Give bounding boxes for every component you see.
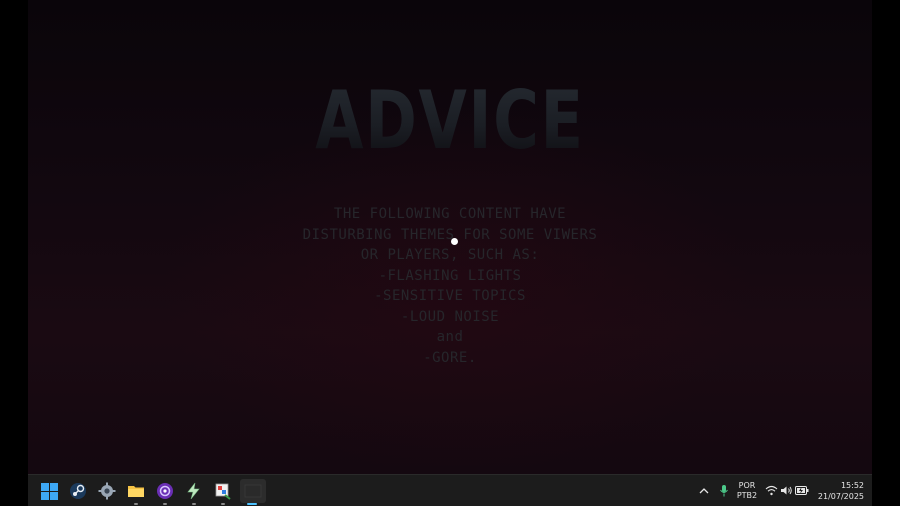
microphone-button[interactable] [716, 475, 732, 506]
clock[interactable]: 15:52 21/07/2025 [816, 475, 864, 506]
game-viewport[interactable]: ADVICE THE FOLLOWING CONTENT HAVE DISTUR… [28, 0, 872, 474]
warning-line: -GORE. [423, 349, 477, 366]
microphone-icon [720, 484, 728, 496]
cursor-dot [451, 238, 458, 245]
clock-time: 15:52 [840, 480, 864, 490]
language-indicator[interactable]: POR PTB2 [734, 475, 760, 506]
paint-icon [215, 483, 231, 500]
running-indicator [163, 503, 167, 505]
lightning-icon [187, 482, 200, 500]
lightning-app-button[interactable] [182, 479, 206, 505]
active-indicator [247, 503, 257, 505]
start-button[interactable] [37, 479, 61, 503]
warning-line: -FLASHING LIGHTS [378, 267, 522, 284]
warning-line: OR PLAYERS, SUCH AS: [360, 247, 540, 263]
purple-app-button[interactable] [153, 479, 177, 505]
paint-app-button[interactable] [211, 479, 235, 505]
taskbar: POR PTB2 15:52 21/07/2025 [28, 474, 872, 506]
warning-line: DISTURBING THEMES FOR SOME VIWERS [302, 226, 598, 243]
running-indicator [134, 503, 138, 505]
volume-button[interactable] [779, 475, 793, 506]
content-warning: THE FOLLOWING CONTENT HAVE DISTURBING TH… [28, 204, 872, 368]
wifi-button[interactable] [764, 475, 778, 506]
file-explorer-app-button[interactable] [124, 479, 148, 505]
settings-app-button[interactable] [95, 479, 119, 503]
warning-line: -LOUD NOISE [400, 308, 500, 325]
windows-logo-icon [40, 482, 58, 500]
folder-icon [128, 486, 144, 497]
gear-icon [98, 482, 116, 500]
warning-line: and [436, 329, 464, 345]
speaker-icon [780, 486, 792, 495]
advice-title: ADVICE [121, 76, 779, 166]
wifi-icon [765, 485, 777, 496]
chevron-up-icon [699, 487, 709, 493]
warning-line: -SENSITIVE TOPICS [374, 288, 526, 304]
show-hidden-icons-button[interactable] [696, 475, 712, 506]
battery-button[interactable] [794, 475, 810, 506]
language-code: POR [738, 480, 756, 490]
steam-app-button[interactable] [66, 479, 90, 503]
running-indicator [221, 503, 225, 505]
battery-charging-icon [795, 486, 809, 495]
steam-icon [70, 483, 86, 499]
active-app-button[interactable] [240, 479, 266, 505]
clock-date: 21/07/2025 [817, 491, 864, 501]
keyboard-layout: PTB2 [736, 490, 758, 500]
running-indicator [192, 503, 196, 505]
purple-orb-icon [157, 483, 173, 499]
warning-line: THE FOLLOWING CONTENT HAVE [333, 206, 567, 222]
blank-window-icon [244, 484, 262, 498]
screen: ADVICE THE FOLLOWING CONTENT HAVE DISTUR… [0, 0, 900, 506]
